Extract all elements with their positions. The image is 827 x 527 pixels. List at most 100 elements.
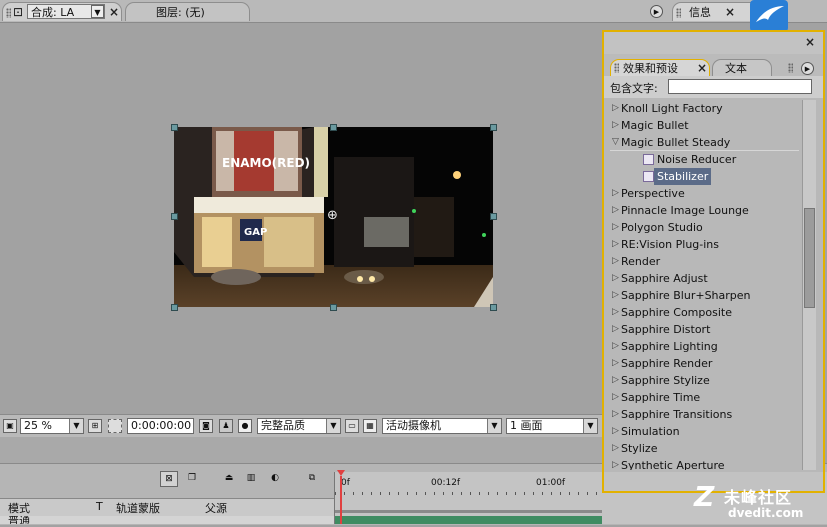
color-channels-icon[interactable]: ● xyxy=(238,419,252,433)
tab-layer[interactable]: 图层: (无) xyxy=(125,2,250,21)
frame-blending-icon[interactable]: ▥ xyxy=(242,471,260,487)
resize-handle[interactable] xyxy=(171,213,178,220)
scrollbar[interactable] xyxy=(802,100,816,470)
disclosure-open-icon[interactable]: ▽ xyxy=(612,134,619,151)
effect-category[interactable]: ▷ Magic Bullet xyxy=(610,117,799,134)
always-preview-icon[interactable]: ▣ xyxy=(3,419,17,433)
disclosure-closed-icon[interactable]: ▷ xyxy=(612,406,619,423)
zoom-select[interactable]: 25 % ▼ xyxy=(20,418,84,434)
chevron-down-icon[interactable]: ▼ xyxy=(583,419,597,433)
roi-icon[interactable]: ▭ xyxy=(345,419,359,433)
column-mode[interactable]: 模式 xyxy=(8,500,30,516)
effect-category[interactable]: ▷ Sapphire Composite xyxy=(610,304,799,321)
resize-handle[interactable] xyxy=(171,124,178,131)
close-icon[interactable]: × xyxy=(109,3,119,22)
scroll-thumb[interactable] xyxy=(804,208,815,308)
effect-category[interactable]: ▷ Perspective xyxy=(610,185,799,202)
effect-category[interactable]: ▷ Sapphire Blur+Sharpen xyxy=(610,287,799,304)
disclosure-closed-icon[interactable]: ▷ xyxy=(612,100,619,117)
disclosure-closed-icon[interactable]: ▷ xyxy=(612,372,619,389)
draft-3d-icon[interactable]: ⏏ xyxy=(220,471,238,487)
chevron-down-icon[interactable]: ▼ xyxy=(326,419,340,433)
view-layout-select[interactable]: 1 画面 ▼ xyxy=(506,418,598,434)
disclosure-closed-icon[interactable]: ▷ xyxy=(612,270,619,287)
effect-category[interactable]: ▷ Simulation xyxy=(610,423,799,440)
effect-category[interactable]: ▷ Sapphire Adjust xyxy=(610,270,799,287)
effect-category[interactable]: ▷ Sapphire Distort xyxy=(610,321,799,338)
effect-category[interactable]: ▷ Sapphire Lighting xyxy=(610,338,799,355)
column-t[interactable]: T xyxy=(96,500,103,513)
safe-zones-icon[interactable]: ⊞ xyxy=(88,419,102,433)
disclosure-closed-icon[interactable]: ▷ xyxy=(612,287,619,304)
resize-handle[interactable] xyxy=(330,304,337,311)
panel-menu-icon[interactable]: ▶ xyxy=(801,62,814,75)
live-update-icon[interactable]: ❐ xyxy=(183,471,201,487)
comp-select[interactable]: 合成: LA ▼ xyxy=(27,4,105,19)
effect-category[interactable]: ▷ Pinnacle Image Lounge xyxy=(610,202,799,219)
effect-category[interactable]: ▷ Synthetic Aperture xyxy=(610,457,799,470)
tab-info[interactable]: 信息 × xyxy=(672,2,760,21)
timecode-field[interactable]: 0:00:00:00 xyxy=(127,418,194,434)
close-icon[interactable]: × xyxy=(697,60,707,77)
layer-duration-bar[interactable] xyxy=(335,516,603,524)
tab-text[interactable]: 文本 xyxy=(712,59,772,76)
disclosure-closed-icon[interactable]: ▷ xyxy=(612,219,619,236)
disclosure-closed-icon[interactable]: ▷ xyxy=(612,338,619,355)
resize-handle[interactable] xyxy=(490,304,497,311)
effect-category[interactable]: ▷ Sapphire Time xyxy=(610,389,799,406)
disclosure-closed-icon[interactable]: ▷ xyxy=(612,321,619,338)
effect-item[interactable]: Noise Reducer xyxy=(610,151,799,168)
disclosure-closed-icon[interactable]: ▷ xyxy=(612,457,619,470)
mask-toggle-icon[interactable] xyxy=(108,419,122,433)
disclosure-closed-icon[interactable]: ▷ xyxy=(612,304,619,321)
panel-menu-icon[interactable]: ▶ xyxy=(650,5,663,18)
resize-handle[interactable] xyxy=(171,304,178,311)
resize-handle[interactable] xyxy=(490,213,497,220)
transparency-grid-icon[interactable]: ▦ xyxy=(363,419,377,433)
lock-icon[interactable]: ⊡ xyxy=(13,3,23,22)
chevron-down-icon[interactable]: ▼ xyxy=(91,5,104,18)
tab-effects-presets[interactable]: 效果和预设 × xyxy=(610,59,710,76)
search-input[interactable] xyxy=(668,79,812,94)
work-area-bar[interactable] xyxy=(335,510,603,513)
effect-category[interactable]: ▽ Magic Bullet Steady xyxy=(610,134,799,151)
effect-category[interactable]: ▷ Sapphire Render xyxy=(610,355,799,372)
close-icon[interactable]: × xyxy=(805,35,815,49)
disclosure-closed-icon[interactable]: ▷ xyxy=(612,185,619,202)
chevron-down-icon[interactable]: ▼ xyxy=(487,419,501,433)
close-icon[interactable]: × xyxy=(725,3,735,22)
quality-select[interactable]: 完整品质 ▼ xyxy=(257,418,341,434)
comp-mini-flowchart-icon[interactable]: ⊠ xyxy=(160,471,178,487)
effect-category[interactable]: ▷ RE:Vision Plug-ins xyxy=(610,236,799,253)
effect-category[interactable]: ▷ Sapphire Transitions xyxy=(610,406,799,423)
effect-item[interactable]: Stabilizer xyxy=(610,168,799,185)
effect-category[interactable]: ▷ Sapphire Stylize xyxy=(610,372,799,389)
effect-category[interactable]: ▷ Polygon Studio xyxy=(610,219,799,236)
column-parent[interactable]: 父源 xyxy=(205,500,227,516)
anchor-point-icon[interactable]: ⊕ xyxy=(327,208,338,223)
camera-select[interactable]: 活动摄像机 ▼ xyxy=(382,418,502,434)
time-ruler[interactable]: 0f 00:12f 01:00f xyxy=(334,472,603,524)
disclosure-closed-icon[interactable]: ▷ xyxy=(612,202,619,219)
resize-handle[interactable] xyxy=(330,124,337,131)
current-time-indicator[interactable] xyxy=(337,470,345,524)
layer-row[interactable]: 普通 xyxy=(0,516,334,524)
motion-blur-icon[interactable]: ◐ xyxy=(266,471,284,487)
disclosure-closed-icon[interactable]: ▷ xyxy=(612,236,619,253)
effect-category[interactable]: ▷ Stylize xyxy=(610,440,799,457)
resize-handle[interactable] xyxy=(490,124,497,131)
graph-editor-icon[interactable]: ⧉ xyxy=(303,471,321,487)
camera-snapshot-icon[interactable]: ◙ xyxy=(199,419,213,433)
disclosure-closed-icon[interactable]: ▷ xyxy=(612,389,619,406)
effect-category[interactable]: ▷ Render xyxy=(610,253,799,270)
show-snapshot-icon[interactable]: ♟ xyxy=(219,419,233,433)
disclosure-closed-icon[interactable]: ▷ xyxy=(612,423,619,440)
disclosure-closed-icon[interactable]: ▷ xyxy=(612,440,619,457)
disclosure-closed-icon[interactable]: ▷ xyxy=(612,355,619,372)
tab-composition[interactable]: ⊡ 合成: LA ▼ × xyxy=(2,2,122,21)
disclosure-closed-icon[interactable]: ▷ xyxy=(612,117,619,134)
disclosure-closed-icon[interactable]: ▷ xyxy=(612,253,619,270)
column-track-matte[interactable]: 轨道蒙版 xyxy=(116,500,160,516)
chevron-down-icon[interactable]: ▼ xyxy=(69,419,83,433)
effect-category[interactable]: ▷ Knoll Light Factory xyxy=(610,100,799,117)
